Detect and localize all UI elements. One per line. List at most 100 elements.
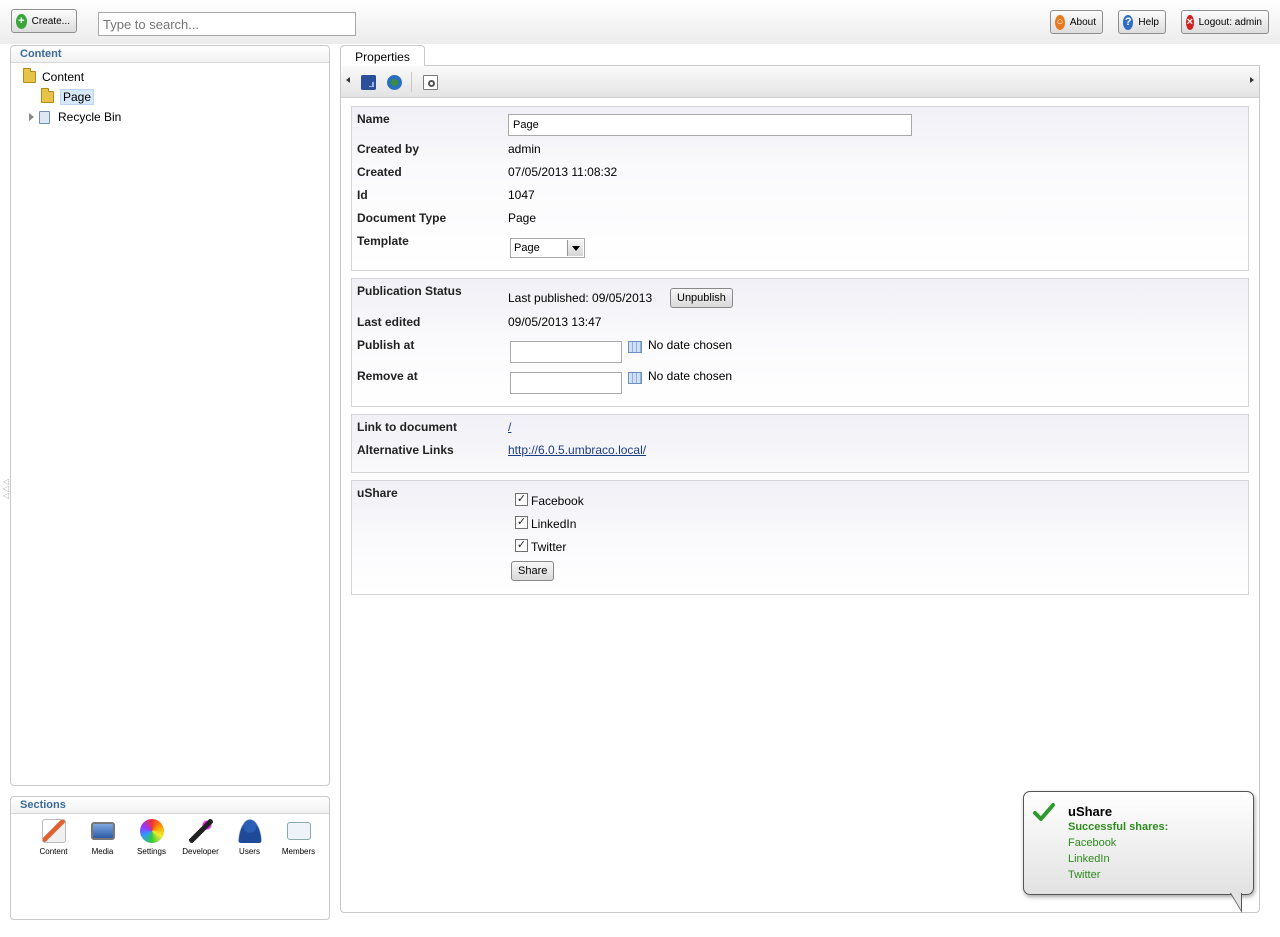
remove-at-label: Remove at — [357, 369, 418, 383]
tab-properties[interactable]: Properties — [340, 45, 425, 66]
content-icon — [41, 819, 66, 843]
tree-item-page[interactable]: Page — [41, 88, 95, 105]
section-settings[interactable]: Settings — [127, 819, 176, 856]
members-icon — [286, 822, 311, 840]
section-media[interactable]: Media — [78, 819, 127, 856]
remove-at-input[interactable] — [510, 372, 622, 394]
alternative-link[interactable]: http://6.0.5.umbraco.local/ — [508, 443, 646, 457]
last-edited-value: 09/05/2013 13:47 — [508, 315, 602, 329]
doctype-value: Page — [508, 211, 537, 225]
id-value: 1047 — [508, 188, 535, 202]
template-select[interactable]: Page — [510, 238, 585, 258]
help-button-label: Help — [1138, 16, 1159, 28]
publication-box: Publication Status Last published: 09/05… — [351, 278, 1249, 407]
alternative-links-label: Alternative Links — [357, 443, 454, 457]
ushare-notification[interactable]: uShare Successful shares: Facebook Linke… — [1023, 791, 1254, 895]
panel-resize-handle[interactable]: ◁ ◁ ◁ — [3, 478, 9, 500]
expand-arrow-icon[interactable] — [29, 113, 34, 121]
folder-icon — [23, 68, 36, 83]
links-box: Link to document / Alternative Links htt… — [351, 414, 1249, 473]
tree-item-recycle-bin[interactable]: Recycle Bin — [29, 110, 121, 124]
facebook-checkbox[interactable]: ✓ — [515, 493, 528, 506]
help-icon: ? — [1123, 14, 1134, 30]
section-label: Settings — [137, 847, 166, 856]
logout-button[interactable]: × Logout: admin — [1181, 10, 1269, 34]
save-and-publish-icon[interactable] — [387, 75, 402, 90]
help-button[interactable]: ? Help — [1118, 10, 1166, 34]
section-label: Members — [281, 847, 316, 856]
notification-subtitle: Successful shares: — [1068, 821, 1169, 833]
template-label: Template — [357, 234, 409, 248]
logout-button-label: Logout: admin — [1198, 16, 1262, 28]
save-icon[interactable] — [361, 75, 376, 90]
users-icon — [237, 819, 262, 843]
publish-at-status: No date chosen — [648, 338, 733, 352]
section-users[interactable]: Users — [225, 819, 274, 856]
linkedin-checkbox[interactable]: ✓ — [515, 516, 528, 529]
notification-item: Twitter — [1068, 869, 1101, 881]
calendar-icon[interactable] — [628, 372, 642, 384]
ushare-box: uShare ✓ Facebook ✓ LinkedIn ✓ Twitter S… — [351, 480, 1249, 595]
doctype-label: Document Type — [357, 211, 447, 225]
ushare-label: uShare — [357, 486, 398, 500]
section-content[interactable]: Content — [29, 819, 78, 856]
about-icon: ○ — [1055, 14, 1065, 30]
search-input[interactable] — [98, 12, 356, 36]
section-label: Developer — [182, 847, 219, 856]
publication-status-label: Publication Status — [357, 284, 462, 298]
sections-panel: Sections Content Media Settings Develope… — [10, 796, 330, 920]
notification-title: uShare — [1068, 804, 1113, 819]
tree-item-content[interactable]: Content — [23, 68, 85, 84]
section-developer[interactable]: Developer — [176, 819, 225, 856]
content-panel: Content Content Page Recycle Bin — [10, 45, 330, 786]
calendar-icon[interactable] — [628, 341, 642, 353]
toolbar-scroll-left-icon[interactable] — [346, 77, 350, 83]
tree-item-label: Content — [42, 70, 85, 84]
notification-tail-inner — [1231, 893, 1241, 910]
create-button-label: Create... — [31, 15, 70, 27]
facebook-option-label: Facebook — [531, 494, 584, 508]
about-button-label: About — [1069, 16, 1096, 28]
sections-panel-title: Sections — [11, 797, 329, 814]
notification-item: Facebook — [1068, 837, 1117, 849]
toolbar-divider — [411, 72, 412, 92]
close-icon: × — [1186, 14, 1194, 30]
publication-status-value: Last published: 09/05/2013 — [508, 291, 653, 305]
share-button[interactable]: Share — [511, 561, 555, 581]
created-by-label: Created by — [357, 142, 420, 156]
sections-list: Content Media Settings Developer Users M… — [29, 819, 323, 856]
create-button[interactable]: + Create... — [11, 9, 77, 33]
section-label: Users — [239, 847, 260, 856]
editor-toolbar — [341, 66, 1259, 98]
developer-icon — [188, 819, 213, 843]
unpublish-button[interactable]: Unpublish — [670, 288, 733, 308]
chevron-down-icon — [567, 240, 583, 256]
remove-at-status: No date chosen — [648, 369, 733, 383]
toolbar-scroll-right-icon[interactable] — [1250, 77, 1254, 83]
twitter-option-label: Twitter — [531, 540, 567, 554]
about-button[interactable]: ○ About — [1050, 10, 1103, 34]
settings-icon — [139, 819, 164, 843]
recycle-bin-icon — [39, 110, 50, 124]
name-input[interactable] — [508, 114, 912, 136]
publish-at-input[interactable] — [510, 341, 622, 363]
id-label: Id — [357, 188, 368, 202]
section-label: Content — [39, 847, 68, 856]
notification-item: LinkedIn — [1068, 853, 1110, 865]
info-box: Name Created by admin Created 07/05/2013… — [351, 106, 1249, 271]
linkedin-option-label: LinkedIn — [531, 517, 577, 531]
tree-item-label: Recycle Bin — [58, 110, 122, 124]
preview-icon[interactable] — [423, 75, 438, 90]
twitter-checkbox[interactable]: ✓ — [515, 539, 528, 552]
link-to-document-label: Link to document — [357, 420, 457, 434]
section-members[interactable]: Members — [274, 819, 323, 856]
tree-item-label: Page — [60, 89, 95, 105]
link-to-document[interactable]: / — [508, 420, 511, 434]
created-value: 07/05/2013 11:08:32 — [508, 165, 618, 179]
checkmark-icon — [1033, 802, 1055, 822]
editor-area: Name Created by admin Created 07/05/2013… — [340, 65, 1260, 913]
publish-at-label: Publish at — [357, 338, 415, 352]
created-by-value: admin — [508, 142, 541, 156]
content-panel-title: Content — [11, 46, 329, 63]
media-icon — [90, 822, 115, 840]
